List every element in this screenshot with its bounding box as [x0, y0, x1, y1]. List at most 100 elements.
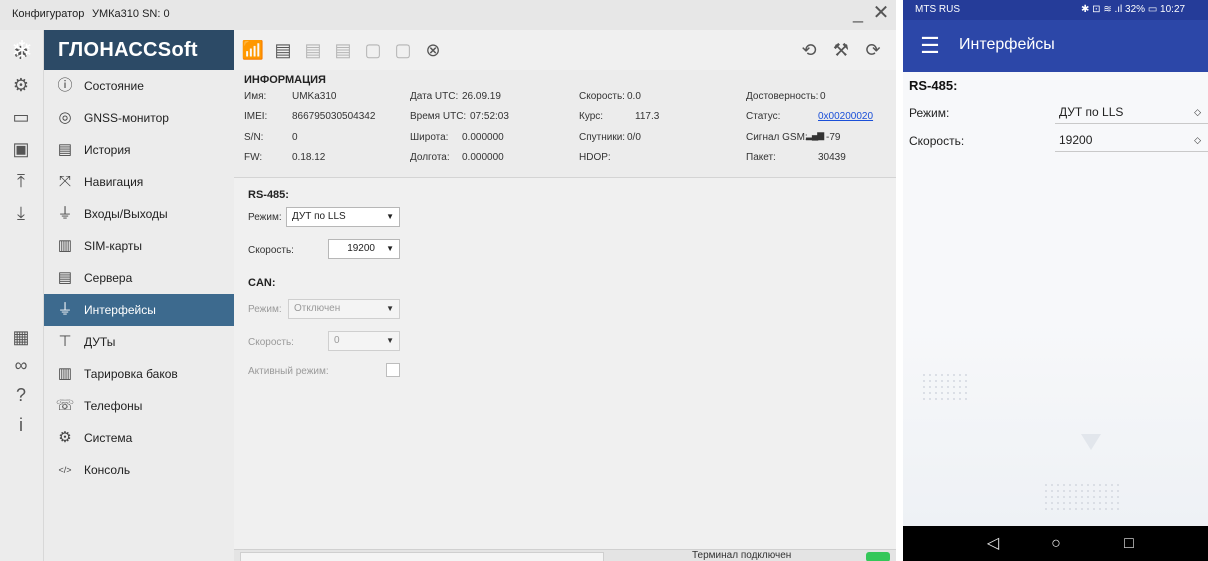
mobile-speed-select[interactable]: 19200 ◇ — [1055, 130, 1208, 152]
info-validity-label: Достоверность: — [746, 91, 819, 102]
carrier-name: MTS RUS — [915, 4, 960, 15]
save-icon[interactable]: ▣ — [6, 134, 36, 164]
hamburger-menu-icon[interactable]: ☰ — [917, 33, 943, 59]
about-icon[interactable]: i — [6, 410, 36, 440]
sidebar-item[interactable]: ▥ SIM-карты — [44, 230, 234, 262]
sidebar-item-label: ДУТы — [84, 335, 116, 349]
info-fw-value: 0.18.12 — [292, 152, 326, 163]
sidebar-item[interactable]: ⚙ Система — [44, 422, 234, 454]
mobile-mode-select[interactable]: ДУТ по LLS ◇ — [1055, 102, 1208, 124]
link-icon[interactable]: ∞ — [6, 350, 36, 380]
mobile-screen: MTS RUS ✱ ⊡ ≋ .ıl 32% ▭ 10:27 ☰ Интерфей… — [903, 0, 1208, 561]
dot-pattern — [921, 372, 967, 402]
sidebar-item-label: GNSS-монитор — [84, 111, 169, 125]
info-gsm-label: Сигнал GSM: — [746, 132, 808, 143]
sidebar-item[interactable]: ◎ GNSS-монитор — [44, 102, 234, 134]
signal-icon: ▂▄▆ — [806, 130, 824, 140]
sidebar-item[interactable]: ▥ Тарировка баков — [44, 358, 234, 390]
toolbar: 📶 ▤ ▤ ▤ ▢ ▢ ⊗ ⟲ ⚒ ⟳ — [234, 30, 896, 70]
brand-name: ГЛОНАССSoft — [58, 39, 198, 61]
sidebar-item-label: Телефоны — [84, 399, 143, 413]
info-title: ИНФОРМАЦИЯ — [244, 74, 326, 86]
can-mode-select[interactable]: Отключен ▼ — [288, 299, 400, 319]
restore-icon[interactable]: ⟳ — [860, 38, 886, 62]
write-config-icon[interactable]: ▤ — [300, 38, 326, 62]
rs485-speed-select[interactable]: 19200 ▼ — [328, 239, 400, 259]
mobile-rs485-title: RS-485: — [909, 78, 958, 93]
usb-icon[interactable]: ⚙ — [6, 70, 36, 100]
rs485-title: RS-485: — [248, 189, 289, 201]
rs485-mode-label: Режим: — [248, 212, 282, 223]
back-icon[interactable]: ◁ — [980, 532, 1006, 556]
download-icon[interactable]: ⤓ — [6, 198, 36, 228]
sidebar-item[interactable]: ⓘ Состояние — [44, 70, 234, 102]
rs485-mode-value: ДУТ по LLS — [292, 211, 346, 222]
folder-icon[interactable]: ▭ — [6, 102, 36, 132]
db-read-icon[interactable]: ▢ — [360, 38, 386, 62]
info-lat-value: 0.000000 — [462, 132, 504, 143]
can-speed-select[interactable]: 0 ▼ — [328, 331, 400, 351]
sidebar-item[interactable]: </> Консоль — [44, 454, 234, 486]
gsm-antenna-icon[interactable]: 📶 — [240, 38, 266, 62]
info-speed-value: 0.0 — [627, 91, 641, 102]
connection-status: Терминал подключен — [692, 550, 792, 561]
mobile-app-bar: ☰ Интерфейсы — [903, 20, 1208, 72]
sidebar-nav: ⓘ Состояние ◎ GNSS-монитор ▤ История ⤧ Навигаци… — [44, 70, 234, 561]
read-config-icon[interactable]: ▤ — [270, 38, 296, 62]
sidebar-item[interactable]: ⤧ Навигация — [44, 166, 234, 198]
info-sats-value: 0/0 — [627, 132, 641, 143]
info-name-value: UMKa310 — [292, 91, 337, 102]
rs485-speed-label: Скорость: — [248, 245, 294, 256]
location-off-icon[interactable]: ⊗ — [420, 38, 446, 62]
home-icon[interactable]: ○ — [1043, 532, 1069, 556]
db-settings-icon[interactable]: ▢ — [390, 38, 416, 62]
rs485-mode-select[interactable]: ДУТ по LLS ▼ — [286, 207, 400, 227]
can-title: CAN: — [248, 277, 276, 289]
info-icon: ⓘ — [57, 77, 73, 94]
configurator-window: Конфигуратор УМКа310 SN: 0 _ ✕ ✱ ⚙ ▭ ▣ ⤒ ⤓ ▦ ∞?… — [0, 0, 896, 561]
sidebar-item[interactable]: ⏚ Интерфейсы — [44, 294, 234, 326]
triangle-decoration — [1081, 434, 1101, 450]
recent-apps-icon[interactable]: □ — [1116, 532, 1142, 556]
rs485-speed-value: 19200 — [347, 243, 375, 254]
interface-icon: ⏚ — [57, 301, 73, 318]
sensor-icon: ⊤ — [58, 333, 72, 350]
book-icon: ▤ — [57, 141, 73, 158]
status-bar: Терминал подключен — [234, 549, 896, 561]
info-course-label: Курс: — [579, 111, 604, 122]
status-indicators: ✱ ⊡ ≋ .ıl 32% ▭ 10:27 — [1081, 4, 1186, 15]
info-status-label: Статус: — [746, 111, 781, 122]
can-active-checkbox[interactable] — [386, 363, 400, 377]
navigation-icon: ⤧ — [58, 173, 71, 190]
info-speed-label: Скорость: — [579, 91, 625, 102]
info-packet-value: 30439 — [818, 152, 846, 163]
info-packet-label: Пакет: — [746, 152, 776, 163]
reload-icon[interactable]: ⟲ — [796, 38, 822, 62]
grid-icon[interactable]: ▦ — [6, 322, 36, 352]
can-mode-value: Отключен — [294, 303, 341, 314]
can-speed-label: Скорость: — [248, 337, 294, 348]
info-lon-label: Долгота: — [410, 152, 450, 163]
upload-icon[interactable]: ⤒ — [6, 166, 36, 196]
sidebar-item[interactable]: ☏ Телефоны — [44, 390, 234, 422]
sidebar-item[interactable]: ⏚ Входы/Выходы — [44, 198, 234, 230]
help-icon[interactable]: ? — [6, 380, 36, 410]
mobile-page-title: Интерфейсы — [959, 36, 1055, 53]
phone-icon: ☏ — [55, 397, 75, 414]
chevron-updown-icon: ◇ — [1194, 107, 1201, 117]
apply-config-icon[interactable]: ▤ — [330, 38, 356, 62]
info-date-label: Дата UTC: — [410, 91, 459, 102]
sidebar-item-label: Входы/Выходы — [84, 207, 168, 221]
firmware-icon[interactable]: ⚒ — [828, 38, 854, 62]
sidebar-item-label: Сервера — [84, 271, 133, 285]
info-course-value: 117.3 — [635, 111, 660, 122]
sidebar-item[interactable]: ⊤ ДУТы — [44, 326, 234, 358]
close-button[interactable]: ✕ — [870, 2, 892, 26]
info-status-link[interactable]: 0x00200020 — [818, 111, 873, 122]
window-title-device: УМКа310 SN: 0 — [92, 8, 170, 20]
sidebar-item[interactable]: ▤ История — [44, 134, 234, 166]
can-mode-label: Режим: — [248, 304, 282, 315]
dot-pattern — [1043, 482, 1123, 512]
minimize-button[interactable]: _ — [848, 2, 868, 26]
sidebar-item[interactable]: ▤ Сервера — [44, 262, 234, 294]
